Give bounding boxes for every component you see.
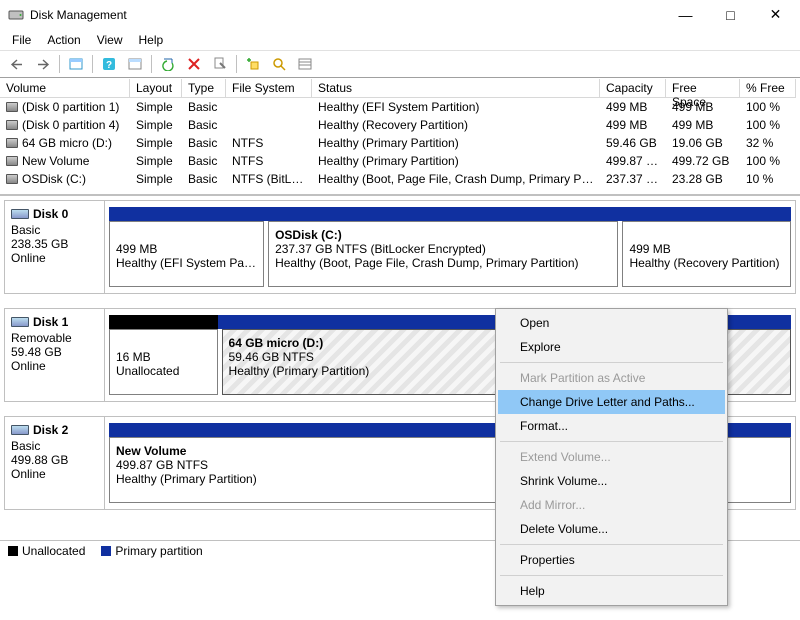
toolbar-separator [151, 55, 152, 73]
context-menu-item[interactable]: Explore [498, 335, 725, 359]
context-menu-item[interactable]: Delete Volume... [498, 517, 725, 541]
refresh-button[interactable] [156, 53, 180, 75]
volume-row[interactable]: OSDisk (C:)SimpleBasicNTFS (BitLo...Heal… [0, 170, 800, 188]
context-menu-item[interactable]: Help [498, 579, 725, 603]
menu-action[interactable]: Action [39, 31, 88, 49]
delete-button[interactable] [182, 53, 206, 75]
maximize-button[interactable]: □ [708, 0, 753, 29]
window-title: Disk Management [30, 8, 663, 22]
legend-unallocated-label: Unallocated [22, 544, 85, 558]
context-menu-item[interactable]: Shrink Volume... [498, 469, 725, 493]
context-menu-separator [500, 544, 723, 545]
col-capacity[interactable]: Capacity [600, 79, 666, 98]
menu-file[interactable]: File [4, 31, 39, 49]
disk-icon [11, 425, 29, 435]
volume-row[interactable]: (Disk 0 partition 1)SimpleBasicHealthy (… [0, 98, 800, 116]
disk-icon [11, 209, 29, 219]
disk-row: Disk 0Basic238.35 GBOnline 499 MBHealthy… [4, 200, 796, 294]
minimize-button[interactable]: — [663, 0, 708, 29]
new-icon[interactable] [241, 53, 265, 75]
disk-meta[interactable]: Disk 2Basic499.88 GBOnline [5, 417, 105, 509]
legend-primary: Primary partition [101, 544, 202, 558]
title-bar: Disk Management — □ ✕ [0, 0, 800, 30]
volume-row[interactable]: New VolumeSimpleBasicNTFSHealthy (Primar… [0, 152, 800, 170]
col-layout[interactable]: Layout [130, 79, 182, 98]
disk-meta[interactable]: Disk 0Basic238.35 GBOnline [5, 201, 105, 293]
drive-icon [6, 156, 18, 166]
volume-row[interactable]: 64 GB micro (D:)SimpleBasicNTFSHealthy (… [0, 134, 800, 152]
toolbar-separator [92, 55, 93, 73]
volume-row[interactable]: (Disk 0 partition 4)SimpleBasicHealthy (… [0, 116, 800, 134]
context-menu-item[interactable]: Change Drive Letter and Paths... [498, 390, 725, 414]
context-menu-separator [500, 362, 723, 363]
settings-button[interactable] [123, 53, 147, 75]
partition[interactable]: 499 MBHealthy (Recovery Partition) [622, 221, 791, 287]
context-menu-item: Add Mirror... [498, 493, 725, 517]
close-button[interactable]: ✕ [753, 0, 798, 29]
drive-icon [6, 138, 18, 148]
volume-rows: (Disk 0 partition 1)SimpleBasicHealthy (… [0, 98, 800, 194]
app-icon [8, 7, 24, 23]
col-pctfree[interactable]: % Free [740, 79, 796, 98]
col-free[interactable]: Free Space [666, 79, 740, 98]
drive-icon [6, 102, 18, 112]
list-icon[interactable] [293, 53, 317, 75]
menu-bar: File Action View Help [0, 30, 800, 50]
forward-button[interactable] [31, 53, 55, 75]
menu-help[interactable]: Help [131, 31, 172, 49]
toolbar: ? [0, 50, 800, 78]
disk-icon [11, 317, 29, 327]
toolbar-separator [59, 55, 60, 73]
partition[interactable]: 16 MBUnallocated [109, 329, 218, 395]
drive-icon [6, 120, 18, 130]
svg-text:?: ? [106, 60, 112, 71]
context-menu-item: Extend Volume... [498, 445, 725, 469]
legend-primary-label: Primary partition [115, 544, 202, 558]
col-status[interactable]: Status [312, 79, 600, 98]
col-volume[interactable]: Volume [0, 79, 130, 98]
context-menu-item[interactable]: Open [498, 311, 725, 335]
search-icon[interactable] [267, 53, 291, 75]
context-menu-item[interactable]: Format... [498, 414, 725, 438]
context-menu-separator [500, 575, 723, 576]
context-menu-item[interactable]: Properties [498, 548, 725, 572]
context-menu-separator [500, 441, 723, 442]
drive-icon [6, 174, 18, 184]
volume-list-header: Volume Layout Type File System Status Ca… [0, 78, 800, 98]
partition[interactable]: 499 MBHealthy (EFI System Partition) [109, 221, 264, 287]
legend-unallocated: Unallocated [8, 544, 85, 558]
col-type[interactable]: Type [182, 79, 226, 98]
menu-view[interactable]: View [89, 31, 131, 49]
context-menu-item: Mark Partition as Active [498, 366, 725, 390]
window-controls: — □ ✕ [663, 0, 798, 30]
volume-list: Volume Layout Type File System Status Ca… [0, 78, 800, 195]
col-filesystem[interactable]: File System [226, 79, 312, 98]
toolbar-separator [236, 55, 237, 73]
show-hide-tree-button[interactable] [64, 53, 88, 75]
partition[interactable]: OSDisk (C:)237.37 GB NTFS (BitLocker Enc… [268, 221, 618, 287]
properties-button[interactable] [208, 53, 232, 75]
help-button[interactable]: ? [97, 53, 121, 75]
disk-meta[interactable]: Disk 1Removable59.48 GBOnline [5, 309, 105, 401]
back-button[interactable] [5, 53, 29, 75]
context-menu: OpenExplore Mark Partition as ActiveChang… [495, 308, 728, 606]
